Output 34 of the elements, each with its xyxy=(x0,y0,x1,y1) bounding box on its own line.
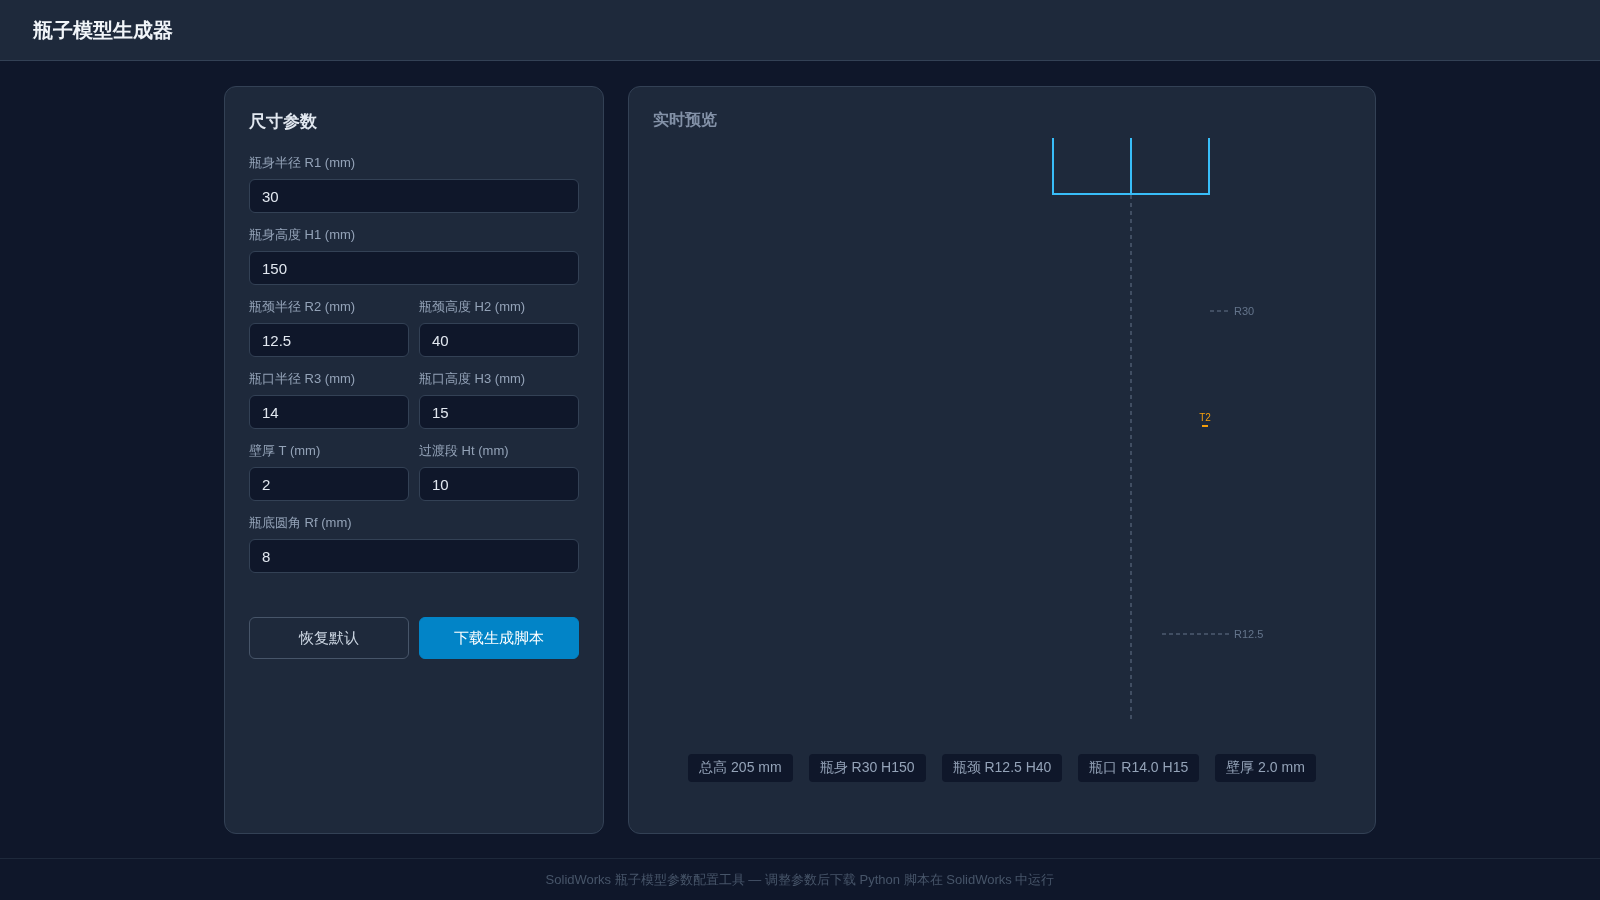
field-label: 瓶口半径 R3 (mm) xyxy=(249,370,357,388)
number-input[interactable]: 8 xyxy=(249,539,579,573)
panel-title: 实时预览 xyxy=(653,110,718,130)
reset-button[interactable]: 恢复默认 xyxy=(249,617,409,659)
field-label: 瓶身半径 R1 (mm) xyxy=(249,154,357,172)
dimension-label: R30 xyxy=(1234,305,1255,317)
dimension-tag: 瓶颈 R12.5 H40 xyxy=(941,754,1063,782)
app-title: 瓶子模型生成器 xyxy=(33,18,173,43)
number-input[interactable]: 150 xyxy=(249,251,579,285)
number-input[interactable]: 14 xyxy=(249,395,409,429)
dimension-tag: 瓶身 R30 H150 xyxy=(808,754,926,782)
thickness-mark xyxy=(1201,425,1209,427)
thickness-label: T2 xyxy=(1199,412,1211,423)
download-button[interactable]: 下载生成脚本 xyxy=(419,617,579,659)
field-label: 瓶颈高度 H2 (mm) xyxy=(419,298,527,316)
number-input[interactable]: 15 xyxy=(419,395,579,429)
field-label: 壁厚 T (mm) xyxy=(249,442,322,460)
dimension-tag: 总高 205 mm xyxy=(688,754,793,782)
number-input[interactable]: 30 xyxy=(249,179,579,213)
dimension-tag: 瓶口 R14.0 H15 xyxy=(1078,754,1200,782)
field-label: 瓶口高度 H3 (mm) xyxy=(419,370,527,388)
dimension-tag: 壁厚 2.0 mm xyxy=(1215,754,1316,782)
number-input[interactable]: 10 xyxy=(419,467,579,501)
field-label: 瓶底圆角 Rf (mm) xyxy=(249,514,353,532)
field-label: 瓶颈半径 R2 (mm) xyxy=(249,298,357,316)
number-input[interactable]: 2 xyxy=(249,467,409,501)
panel-title: 尺寸参数 xyxy=(249,111,318,133)
number-input[interactable]: 12.5 xyxy=(249,323,409,357)
dimension-leader-line xyxy=(1161,633,1230,635)
dimension-label: R12.5 xyxy=(1234,628,1264,640)
number-input[interactable]: 40 xyxy=(419,323,579,357)
field-label: 过渡段 Ht (mm) xyxy=(419,442,510,460)
field-label: 瓶身高度 H1 (mm) xyxy=(249,226,357,244)
dimension-leader-line xyxy=(1209,310,1230,312)
